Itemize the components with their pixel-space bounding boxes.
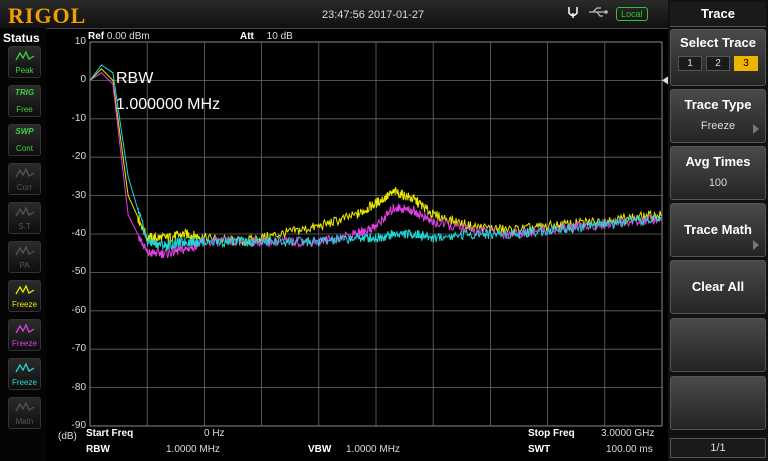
status-button-label: Freeze	[12, 300, 37, 309]
trace-type-label: Trace Type	[684, 97, 752, 112]
submenu-arrow-icon	[753, 240, 759, 250]
y-tick-label: -70	[71, 343, 86, 355]
peak-wave-icon	[15, 50, 35, 61]
status-button-label: PA	[19, 261, 30, 270]
menu-title: Trace	[670, 2, 766, 27]
trace-option-1[interactable]: 1	[678, 56, 702, 71]
trace-type-value: Freeze	[700, 120, 736, 132]
status-button-label: Peak	[15, 66, 34, 75]
status-button-cont[interactable]: SWP Cont	[8, 124, 41, 156]
stop-freq-label: Stop Freq	[528, 428, 575, 439]
clock: 23:47:56 2017-01-27	[322, 9, 425, 21]
status-button-freeze[interactable]: Freeze	[8, 280, 41, 312]
trace-math-key[interactable]: Trace Math	[670, 203, 766, 257]
vbw-label: VBW	[308, 444, 332, 455]
trace3-wave-icon	[15, 362, 35, 373]
clear-all-label: Clear All	[691, 279, 745, 294]
local-badge: Local	[616, 7, 648, 21]
math-icon	[15, 401, 35, 412]
vbw-value: 1.0000 MHz	[346, 444, 400, 455]
blank-key-7[interactable]	[670, 376, 766, 430]
status-title: Status	[3, 31, 40, 45]
preamp-icon	[15, 245, 35, 256]
trace-selector: 1 2 3	[671, 56, 765, 71]
status-button-top: SWP	[15, 127, 34, 136]
status-button-free[interactable]: TRIG Free	[8, 85, 41, 117]
rbw-overlay-label: RBW	[116, 70, 154, 87]
top-bar: RIGOL 23:47:56 2017-01-27 Local	[0, 0, 668, 29]
system-icons: Local	[566, 6, 648, 22]
y-tick-label: 10	[74, 36, 86, 47]
avg-times-value: 100	[708, 177, 728, 189]
start-freq-label: Start Freq	[86, 428, 134, 439]
y-tick-label: -60	[71, 304, 86, 316]
menu-page-indicator[interactable]: 1/1	[670, 438, 766, 458]
status-button-label: Corr	[16, 183, 33, 192]
trace1-wave-icon	[15, 284, 35, 295]
rbw-value: 1.0000 MHz	[166, 444, 220, 455]
y-tick-label: -40	[71, 228, 86, 239]
swt-label: SWT	[528, 444, 551, 455]
select-trace-label: Select Trace	[680, 35, 756, 50]
y-tick-label: -20	[71, 151, 86, 163]
avg-times-label: Avg Times	[685, 154, 751, 169]
rbw-label: RBW	[86, 444, 110, 455]
trace-math-label: Trace Math	[684, 222, 752, 237]
start-freq-value: 0 Hz	[204, 428, 225, 439]
status-button-label: Freeze	[12, 339, 37, 348]
probe-icon	[566, 5, 580, 24]
spectrum-display: Ref 0.00 dBm Att 10 dB 10 0 -10 -20 -30 -40 -5…	[46, 28, 668, 461]
status-column: Status Peak TRIG Free SWP Cont Corr S.T PA Freez…	[0, 28, 46, 461]
brand-logo: RIGOL	[8, 3, 87, 28]
avg-times-key[interactable]: Avg Times 100	[670, 146, 766, 200]
correction-icon	[15, 167, 35, 178]
trace-option-2[interactable]: 2	[706, 56, 730, 71]
trace-type-key[interactable]: Trace Type Freeze	[670, 89, 766, 143]
swt-value: 100.00 ms	[606, 444, 653, 455]
status-button-s.t[interactable]: S.T	[8, 202, 41, 234]
status-button-label: Freeze	[12, 378, 37, 387]
y-tick-label: -30	[71, 189, 86, 201]
softkey-menu: Trace Select Trace 1 2 3 Trace Type Free…	[668, 0, 768, 461]
status-button-pa[interactable]: PA	[8, 241, 41, 273]
stop-freq-value: 3.0000 GHz	[601, 428, 655, 439]
y-tick-label: -90	[71, 420, 86, 431]
status-button-label: S.T	[18, 222, 31, 231]
spectrum-chart	[89, 41, 668, 427]
y-tick-label: -50	[71, 266, 86, 278]
status-button-peak[interactable]: Peak	[8, 46, 41, 78]
status-button-label: Math	[15, 417, 34, 426]
status-button-label: Cont	[16, 144, 33, 153]
status-button-math[interactable]: Math	[8, 397, 41, 429]
trace2-wave-icon	[15, 323, 35, 334]
status-button-label: Free	[16, 105, 33, 114]
y-tick-label: -80	[71, 381, 86, 393]
select-trace-key[interactable]: Select Trace 1 2 3	[670, 29, 766, 86]
rbw-overlay-value: 1.000000 MHz	[116, 96, 221, 113]
clear-all-key[interactable]: Clear All	[670, 260, 766, 314]
y-unit: (dB)	[58, 431, 77, 442]
y-tick-label: -10	[71, 112, 86, 124]
blank-key-6[interactable]	[670, 318, 766, 372]
status-button-freeze[interactable]: Freeze	[8, 358, 41, 390]
submenu-arrow-icon	[753, 124, 759, 134]
trace-option-3[interactable]: 3	[734, 56, 758, 71]
status-button-top: TRIG	[14, 88, 35, 97]
y-tick-label: 0	[80, 74, 86, 86]
usb-icon	[588, 5, 608, 23]
status-button-freeze[interactable]: Freeze	[8, 319, 41, 351]
signal-track-icon	[15, 206, 35, 217]
status-button-corr[interactable]: Corr	[8, 163, 41, 195]
